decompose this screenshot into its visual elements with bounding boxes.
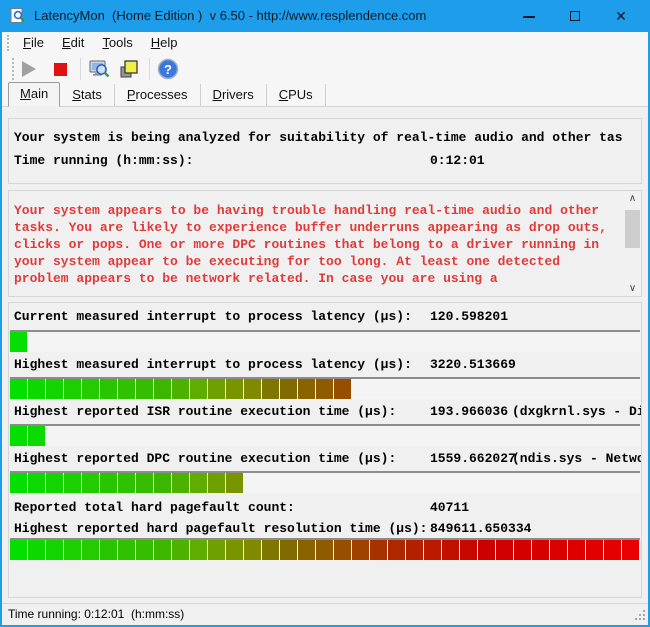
measurement-label: Reported total hard pagefault count: [14,500,295,515]
latency-bar-current [10,330,640,352]
scroll-down-icon[interactable]: ∨ [624,281,641,296]
tabbar: Main Stats Processes Drivers CPUs [2,84,648,107]
toolbar-separator [80,58,81,80]
latencymon-window: LatencyMon (Home Edition ) v 6.50 - http… [0,0,650,627]
measurement-value: 849611.650334 [430,521,531,536]
measurement-value: 120.598201 [430,309,508,324]
tab-main[interactable]: Main [8,82,60,107]
maximize-icon [570,11,580,21]
measurement-value: 40711 [430,500,469,515]
latency-bar-highest [10,377,640,399]
measurement-label: Highest reported hard pagefault resoluti… [14,521,427,536]
resize-grip-icon[interactable] [643,618,645,620]
measurement-value: 1559.662027 [430,451,516,466]
measurement-label: Highest measured interrupt to process la… [14,357,412,372]
menu-edit[interactable]: Edit [53,32,93,54]
measurement-label: Highest reported DPC routine execution t… [14,451,396,466]
report-pages-icon[interactable] [118,58,140,80]
isr-bar [10,424,640,446]
warning-scrollbar[interactable]: ∧ ∨ [624,191,641,296]
measurement-value: 3220.513669 [430,357,516,372]
statusbar: Time running: 0:12:01 (h:mm:ss) [0,603,650,625]
titlebar: LatencyMon (Home Edition ) v 6.50 - http… [0,0,650,32]
tab-cpus[interactable]: CPUs [267,84,326,106]
time-running-label: Time running (h:mm:ss): [14,153,193,168]
pagefault-bar [10,538,640,560]
window-border-left [0,32,2,627]
analysis-intro: Your system is being analyzed for suitab… [14,130,638,145]
analysis-box [8,118,642,184]
time-running-value: 0:12:01 [430,153,485,168]
stop-icon[interactable] [54,63,67,76]
close-icon: ✕ [615,8,627,24]
tab-stats[interactable]: Stats [60,84,115,106]
maximize-button[interactable] [558,0,592,32]
close-button[interactable]: ✕ [604,0,638,32]
warning-text: Your system appears to be having trouble… [14,202,610,287]
tab-drivers[interactable]: Drivers [201,84,267,106]
window-title: LatencyMon (Home Edition ) v 6.50 - http… [34,0,426,32]
menubar: File Edit Tools Help [2,32,648,54]
status-text: Time running: 0:12:01 (h:mm:ss) [8,607,184,621]
tab-processes[interactable]: Processes [115,84,201,106]
measurement-driver: (ndis.sys - Networ [512,451,641,466]
scroll-up-icon[interactable]: ∧ [624,191,641,206]
toolbar-gripper[interactable] [12,58,15,80]
measurement-driver: (dxgkrnl.sys - Dire [512,404,641,419]
measurement-value: 193.966036 [430,404,508,419]
menu-tools[interactable]: Tools [93,32,141,54]
toolbar-separator [149,58,150,80]
help-icon[interactable]: ? [157,58,179,80]
minimize-button[interactable] [512,0,546,32]
measurement-label: Current measured interrupt to process la… [14,309,412,324]
toolbar: ? [2,54,648,84]
dpc-bar [10,471,640,493]
minimize-icon [523,16,535,18]
scroll-thumb[interactable] [625,210,640,248]
menu-help[interactable]: Help [142,32,187,54]
menubar-gripper[interactable] [7,35,10,51]
play-icon[interactable] [22,61,36,77]
measurement-label: Highest reported ISR routine execution t… [14,404,396,419]
analyze-system-icon[interactable] [88,58,110,80]
app-icon [10,8,26,24]
menu-file[interactable]: File [14,32,53,54]
svg-text:?: ? [164,62,172,77]
